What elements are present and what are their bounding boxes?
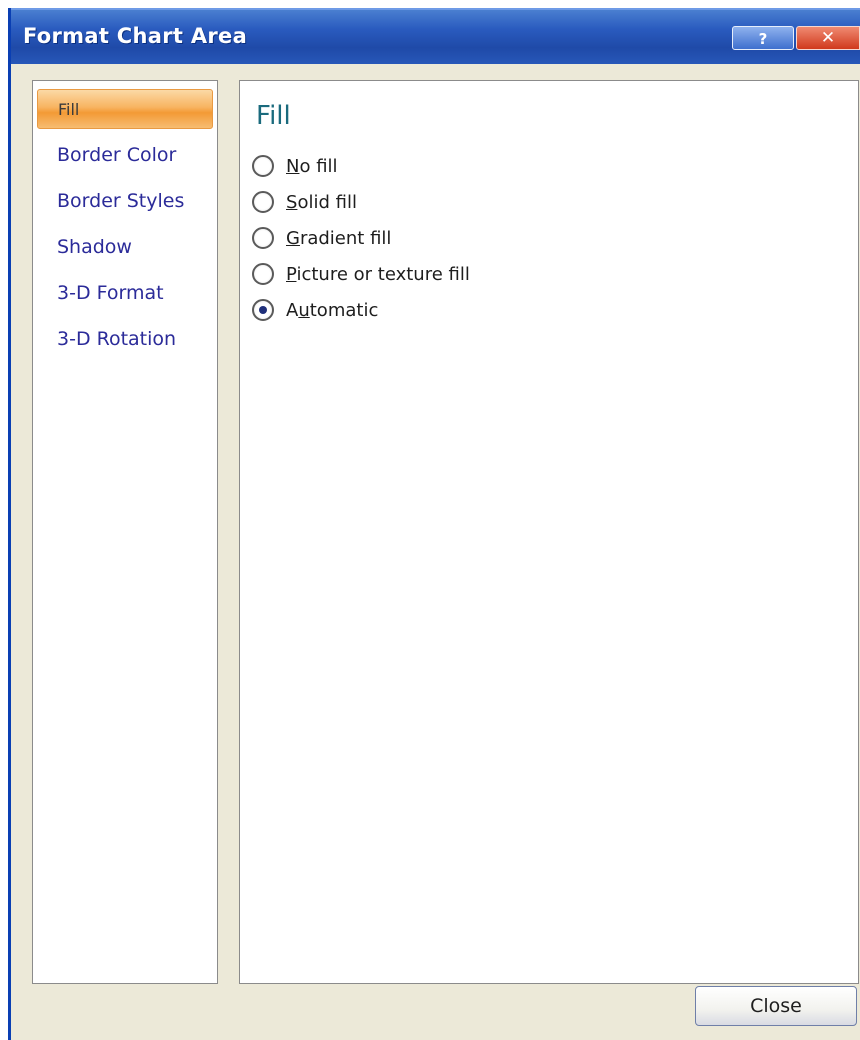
- radio-option-solid-fill[interactable]: Solid fill: [252, 187, 357, 217]
- radio-option-automatic[interactable]: Automatic: [252, 295, 378, 325]
- radio-label[interactable]: Gradient fill: [286, 228, 391, 249]
- radio-label-rest: tomatic: [309, 299, 379, 321]
- title-bar[interactable]: Format Chart Area ? ✕: [11, 8, 860, 64]
- window-close-button[interactable]: ✕: [796, 26, 860, 50]
- close-button[interactable]: Close: [695, 986, 857, 1026]
- radio-label[interactable]: Automatic: [286, 300, 378, 321]
- help-icon: ?: [758, 30, 768, 48]
- close-icon: ✕: [820, 28, 836, 48]
- radio-label[interactable]: No fill: [286, 156, 338, 177]
- category-list: Fill Border Color Border Styles Shadow 3…: [32, 80, 218, 984]
- fill-options-panel: Fill No fill Solid fill Gradient fill Pi…: [239, 80, 859, 984]
- radio-label-rest: olid fill: [297, 191, 357, 213]
- radio-button[interactable]: [252, 191, 274, 213]
- radio-button[interactable]: [252, 227, 274, 249]
- radio-label-rest: icture or texture fill: [296, 263, 470, 285]
- sidebar-item-border-styles[interactable]: Border Styles: [37, 181, 213, 221]
- format-chart-area-dialog: Format Chart Area ? ✕ Fill Border Color …: [8, 8, 860, 1040]
- sidebar-item-3d-rotation[interactable]: 3-D Rotation: [37, 319, 213, 359]
- sidebar-item-3d-format[interactable]: 3-D Format: [37, 273, 213, 313]
- dialog-title: Format Chart Area: [23, 24, 248, 48]
- radio-label[interactable]: Picture or texture fill: [286, 264, 470, 285]
- panel-title: Fill: [256, 101, 291, 131]
- sidebar-item-border-color[interactable]: Border Color: [37, 135, 213, 175]
- radio-option-gradient-fill[interactable]: Gradient fill: [252, 223, 391, 253]
- radio-button-checked[interactable]: [252, 299, 274, 321]
- radio-label[interactable]: Solid fill: [286, 192, 357, 213]
- radio-label-prefix: A: [286, 299, 299, 321]
- radio-option-no-fill[interactable]: No fill: [252, 151, 338, 181]
- radio-label-rest: radient fill: [299, 227, 392, 249]
- help-button[interactable]: ?: [732, 26, 794, 50]
- sidebar-item-shadow[interactable]: Shadow: [37, 227, 213, 267]
- radio-button[interactable]: [252, 263, 274, 285]
- sidebar-item-fill[interactable]: Fill: [37, 89, 213, 129]
- radio-label-rest: o fill: [299, 155, 338, 177]
- radio-button[interactable]: [252, 155, 274, 177]
- radio-option-picture-or-texture-fill[interactable]: Picture or texture fill: [252, 259, 470, 289]
